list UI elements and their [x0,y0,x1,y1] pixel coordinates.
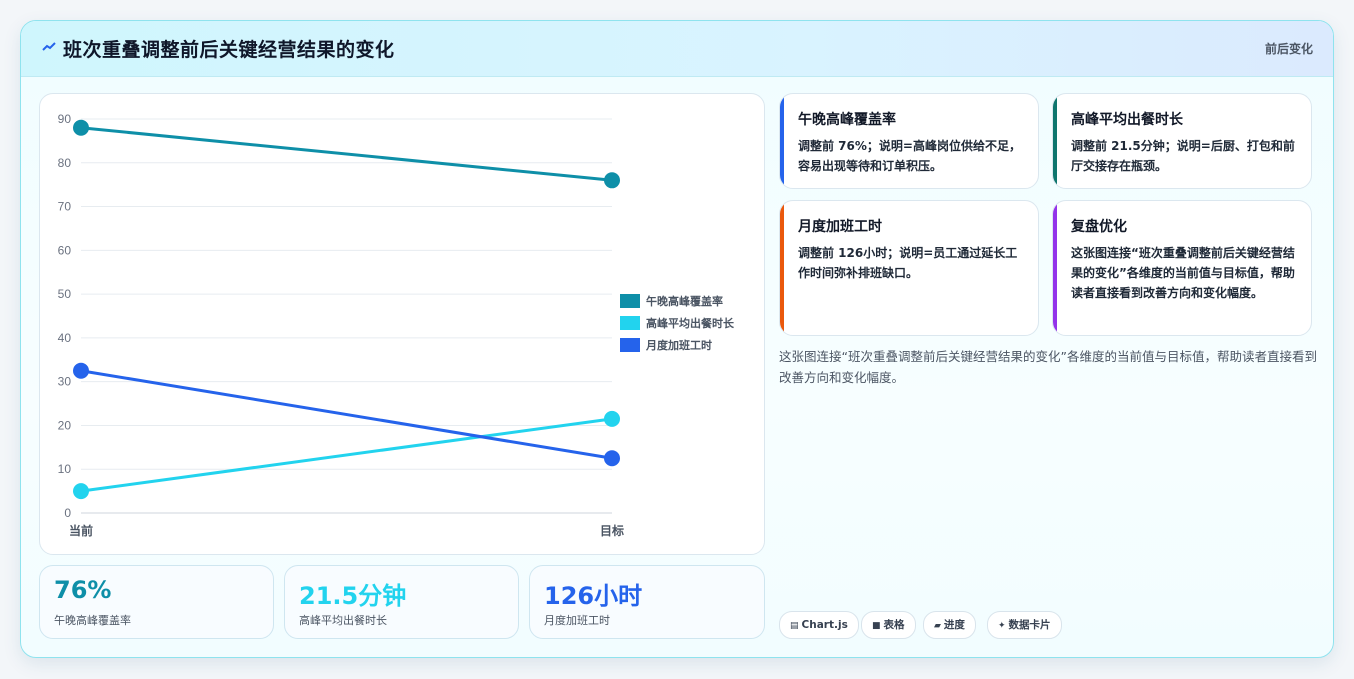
data-point [604,172,620,189]
kpi-label: 高峰平均出餐时长 [299,614,387,627]
card-accent [780,94,784,188]
card-accent [1053,94,1057,188]
card-title: 午晚高峰覆盖率 [798,112,896,128]
info-card-review: 复盘优化 这张图连接“班次重叠调整前后关键经营结果的变化”各维度的当前值与目标值… [1052,200,1312,336]
y-tick-label: 70 [58,200,72,214]
y-tick-label: 0 [64,506,71,520]
chip-data-card[interactable]: ✦ 数据卡片 [987,611,1062,639]
card-body: 调整前 126小时；说明=员工通过延长工作时间弥补排班缺口。 [798,246,1018,280]
chip-progress[interactable]: ▰ 进度 [923,611,976,639]
legend-swatch [620,316,640,330]
series-line [80,126,613,182]
kpi-card-serve-time: 21.5分钟 高峰平均出餐时长 [284,565,519,639]
data-point [604,410,620,427]
card-body: 调整前 21.5分钟；说明=后厨、打包和前厅交接存在瓶颈。 [1071,139,1295,173]
info-card-coverage: 午晚高峰覆盖率 调整前 76%；说明=高峰岗位供给不足，容易出现等待和订单积压。 [779,93,1039,189]
chip-label: 表格 [883,619,905,631]
kpi-value: 126小时 [544,582,643,610]
chip-chartjs[interactable]: ▤ Chart.js [779,611,859,639]
card-body: 这张图连接“班次重叠调整前后关键经营结果的变化”各维度的当前值与目标值，帮助读者… [1071,246,1295,300]
card-title: 高峰平均出餐时长 [1071,112,1183,128]
card-body: 调整前 76%；说明=高峰岗位供给不足，容易出现等待和订单积压。 [798,139,1021,173]
card-title: 复盘优化 [1071,219,1127,235]
trend-icon [42,42,56,51]
kpi-card-coverage: 76% 午晚高峰覆盖率 [39,565,274,639]
card-accent [1053,201,1057,335]
progress-icon: ▰ [934,621,941,631]
series-line [80,369,613,460]
kpi-value: 21.5分钟 [299,582,407,610]
y-tick-label: 50 [58,287,72,301]
x-tick-label: 目标 [600,523,624,538]
chip-table[interactable]: ■ 表格 [861,611,916,639]
legend-swatch [620,294,640,308]
chip-label: Chart.js [801,619,848,631]
data-point [604,450,620,467]
page-title: 班次重叠调整前后关键经营结果的变化 [63,39,395,61]
y-tick-label: 20 [58,418,72,432]
card-title: 月度加班工时 [798,219,882,235]
legend-label: 月度加班工时 [645,338,712,352]
sparkle-icon: ✦ [998,621,1006,631]
chart-icon: ▤ [790,621,799,631]
card-accent [780,201,784,335]
legend-label: 午晚高峰覆盖率 [646,294,723,308]
panel-header: 班次重叠调整前后关键经营结果的变化 前后变化 [21,21,1333,77]
chip-label: 数据卡片 [1008,619,1051,631]
info-card-serve-time: 高峰平均出餐时长 调整前 21.5分钟；说明=后厨、打包和前厅交接存在瓶颈。 [1052,93,1312,189]
chip-label: 进度 [943,619,965,631]
line-chart-card: 0 10 20 30 40 50 60 70 80 90 当前 目标 午晚高峰覆盖率 高峰平均出餐时长 月度… [39,93,765,555]
y-tick-label: 80 [58,156,72,170]
header-tag: 前后变化 [1264,42,1313,56]
y-tick-label: 40 [58,331,72,345]
legend-label: 高峰平均出餐时长 [646,316,735,330]
kpi-value: 76% [54,576,112,604]
kpi-label: 月度加班工时 [544,614,610,627]
y-tick-label: 60 [58,243,72,257]
summary-text: 这张图连接“班次重叠调整前后关键经营结果的变化”各维度的当前值与目标值，帮助读者… [779,349,1317,385]
line-chart: 0 10 20 30 40 50 60 70 80 90 当前 目标 午晚高峰覆盖率高峰平均出餐时长月度… [58,112,735,538]
y-tick-label: 30 [58,375,72,389]
info-card-overtime: 月度加班工时 调整前 126小时；说明=员工通过延长工作时间弥补排班缺口。 [779,200,1039,336]
data-point [73,483,89,500]
kpi-label: 午晚高峰覆盖率 [54,614,131,627]
legend-swatch [620,338,640,352]
table-icon: ■ [872,621,881,631]
x-tick-label: 当前 [69,523,93,538]
data-point [73,119,89,136]
main-panel: 班次重叠调整前后关键经营结果的变化 前后变化 0 10 20 30 40 50 60 70 80… [20,20,1334,658]
y-tick-label: 90 [58,112,72,126]
data-point [73,362,89,379]
y-tick-label: 10 [58,462,72,476]
series-line [80,417,613,493]
kpi-card-overtime: 126小时 月度加班工时 [529,565,765,639]
